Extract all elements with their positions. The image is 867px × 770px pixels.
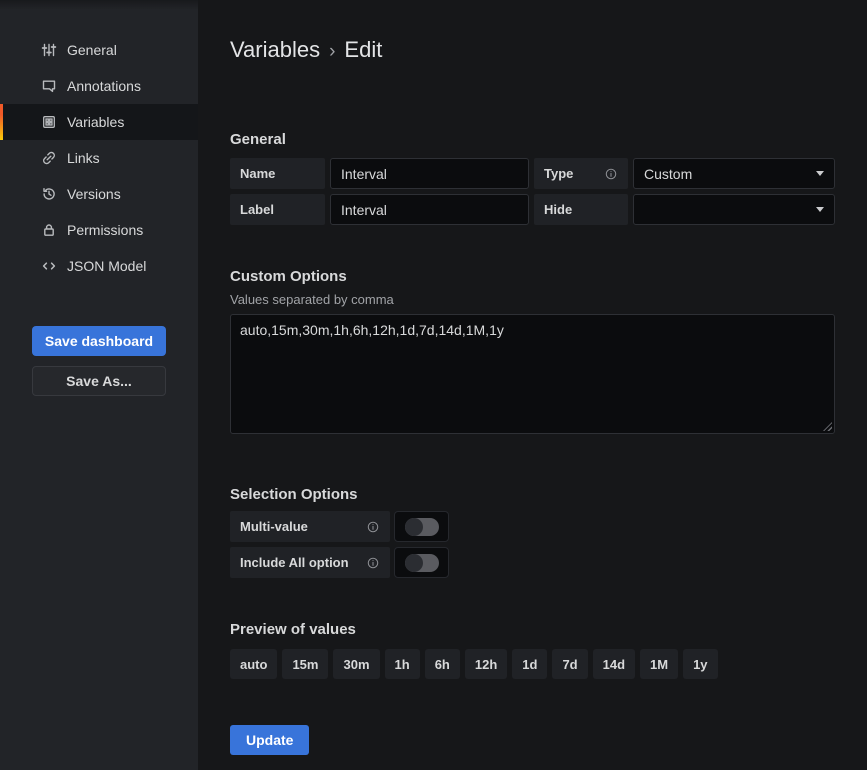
sidebar-item-label: Annotations [67, 78, 141, 94]
custom-options-textarea-wrap: auto,15m,30m,1h,6h,12h,1d,7d,14d,1M,1y [230, 314, 835, 434]
preview-value-chip: 12h [465, 649, 507, 679]
toggle-label-text: Multi-value [240, 519, 308, 534]
preview-value-chip: 14d [593, 649, 635, 679]
toggle-label-text: Include All option [240, 555, 349, 570]
sliders-icon [41, 42, 57, 58]
sidebar-item-general[interactable]: General [0, 32, 198, 68]
toggle-label-include-all-option: Include All option [230, 547, 390, 578]
type-select-value: Custom [644, 166, 692, 182]
sidebar-item-label: General [67, 42, 117, 58]
toggle-label-multi-value: Multi-value [230, 511, 390, 542]
custom-options-section-title: Custom Options [230, 269, 835, 285]
type-label-text: Type [544, 166, 573, 181]
save-dashboard-button[interactable]: Save dashboard [32, 326, 166, 356]
preview-value-chip: 6h [425, 649, 460, 679]
lock-icon [41, 222, 57, 238]
hide-label: Hide [534, 194, 628, 225]
update-button[interactable]: Update [230, 725, 309, 755]
breadcrumb-separator-icon: › [329, 38, 335, 66]
sidebar-item-annotations[interactable]: Annotations [0, 68, 198, 104]
info-icon [366, 520, 380, 534]
general-section-title: General [230, 132, 835, 148]
custom-options-hint: Values separated by comma [230, 292, 835, 307]
sidebar-item-label: Links [67, 150, 100, 166]
settings-sidebar: General Annotations Variables Links Versions… [0, 0, 198, 770]
toggle-track [405, 554, 439, 572]
multi-value-toggle[interactable] [394, 511, 449, 542]
preview-value-chip: 1h [385, 649, 420, 679]
info-icon [604, 167, 618, 181]
include-all-option-toggle[interactable] [394, 547, 449, 578]
toggle-knob [405, 554, 423, 572]
custom-options-textarea[interactable]: auto,15m,30m,1h,6h,12h,1d,7d,14d,1M,1y [230, 314, 835, 434]
preview-section-title: Preview of values [230, 622, 835, 638]
sidebar-item-links[interactable]: Links [0, 140, 198, 176]
toggle-track [405, 518, 439, 536]
name-label: Name [230, 158, 325, 189]
preview-value-chip: 1y [683, 649, 717, 679]
label-input[interactable] [330, 194, 529, 225]
selection-options-section-title: Selection Options [230, 487, 835, 503]
settings-nav: General Annotations Variables Links Versions… [0, 32, 198, 284]
toggle-knob [405, 518, 423, 536]
sidebar-item-json-model[interactable]: JSON Model [0, 248, 198, 284]
settings-content: Variables › Edit General Name Type Custo… [198, 0, 867, 770]
sidebar-item-versions[interactable]: Versions [0, 176, 198, 212]
preview-value-chip: 30m [333, 649, 379, 679]
name-input[interactable] [330, 158, 529, 189]
hide-label-text: Hide [544, 202, 572, 217]
name-type-row: Name Type Custom [230, 158, 835, 189]
sidebar-item-permissions[interactable]: Permissions [0, 212, 198, 248]
label-label: Label [230, 194, 325, 225]
label-hide-row: Label Hide [230, 194, 835, 225]
save-as-button[interactable]: Save As... [32, 366, 166, 396]
breadcrumb-section[interactable]: Variables [230, 36, 320, 64]
selection-toggles: Multi-value Include All option [230, 511, 835, 578]
preview-values: auto15m30m1h6h12h1d7d14d1M1y [230, 649, 835, 679]
sidebar-item-variables[interactable]: Variables [0, 104, 198, 140]
chevron-down-icon [816, 207, 824, 212]
code-icon [41, 258, 57, 274]
type-label: Type [534, 158, 628, 189]
sidebar-item-label: Variables [67, 114, 124, 130]
preview-value-chip: 15m [282, 649, 328, 679]
sidebar-item-label: Permissions [67, 222, 143, 238]
info-icon [366, 556, 380, 570]
preview-value-chip: 7d [552, 649, 587, 679]
preview-value-chip: auto [230, 649, 277, 679]
sidebar-actions: Save dashboard Save As... [0, 326, 198, 396]
link-icon [41, 150, 57, 166]
comment-icon [41, 78, 57, 94]
toggle-row-multi-value: Multi-value [230, 511, 835, 542]
history-icon [41, 186, 57, 202]
hide-select[interactable] [633, 194, 835, 225]
type-select[interactable]: Custom [633, 158, 835, 189]
breadcrumb-page: Edit [344, 36, 382, 64]
toggle-row-include-all-option: Include All option [230, 547, 835, 578]
preview-value-chip: 1M [640, 649, 678, 679]
variables-grid-icon [41, 114, 57, 130]
breadcrumb: Variables › Edit [230, 36, 867, 66]
chevron-down-icon [816, 171, 824, 176]
sidebar-item-label: JSON Model [67, 258, 146, 274]
sidebar-item-label: Versions [67, 186, 121, 202]
preview-value-chip: 1d [512, 649, 547, 679]
